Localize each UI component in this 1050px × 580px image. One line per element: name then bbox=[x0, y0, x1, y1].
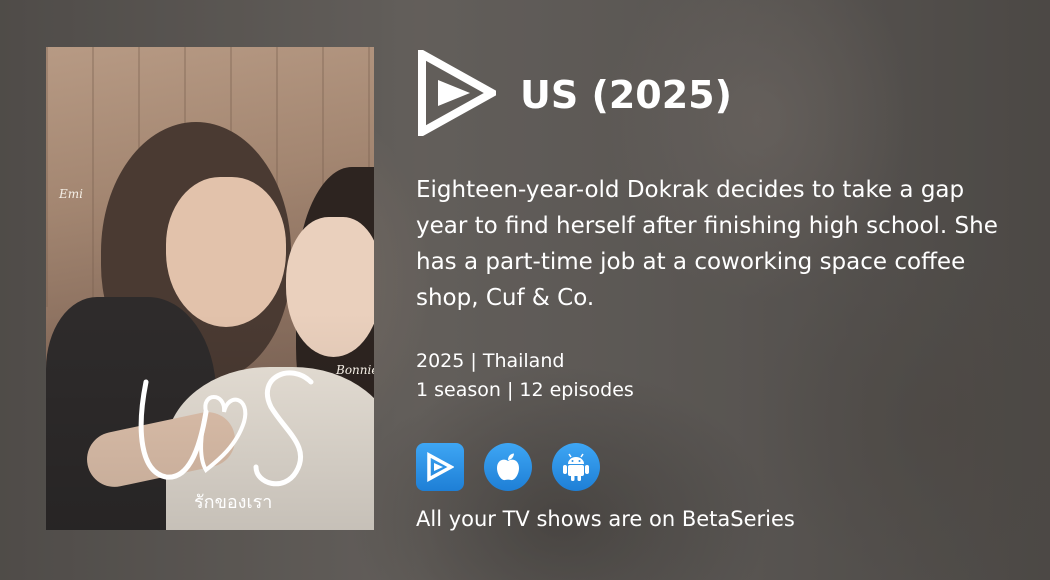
footer-tagline: All your TV shows are on BetaSeries bbox=[416, 507, 795, 531]
betaseries-icon[interactable] bbox=[416, 443, 464, 491]
android-icon[interactable] bbox=[552, 443, 600, 491]
betaseries-play-logo-icon bbox=[418, 50, 496, 136]
year-country: 2025 | Thailand bbox=[416, 350, 565, 372]
show-poster: Emi Bonnie รักของเรา bbox=[46, 47, 374, 530]
poster-name-bonnie: Bonnie bbox=[336, 363, 374, 377]
poster-name-emi: Emi bbox=[59, 187, 83, 201]
show-synopsis: Eighteen-year-old Dokrak decides to take… bbox=[416, 177, 998, 311]
seasons-episodes: 1 season | 12 episodes bbox=[416, 379, 634, 401]
apple-icon[interactable] bbox=[484, 443, 532, 491]
poster-thai-title: รักของเรา bbox=[194, 492, 273, 513]
show-title: US (2025) bbox=[520, 73, 732, 117]
app-store-icons bbox=[416, 443, 600, 491]
poster-us-logo bbox=[138, 370, 314, 487]
